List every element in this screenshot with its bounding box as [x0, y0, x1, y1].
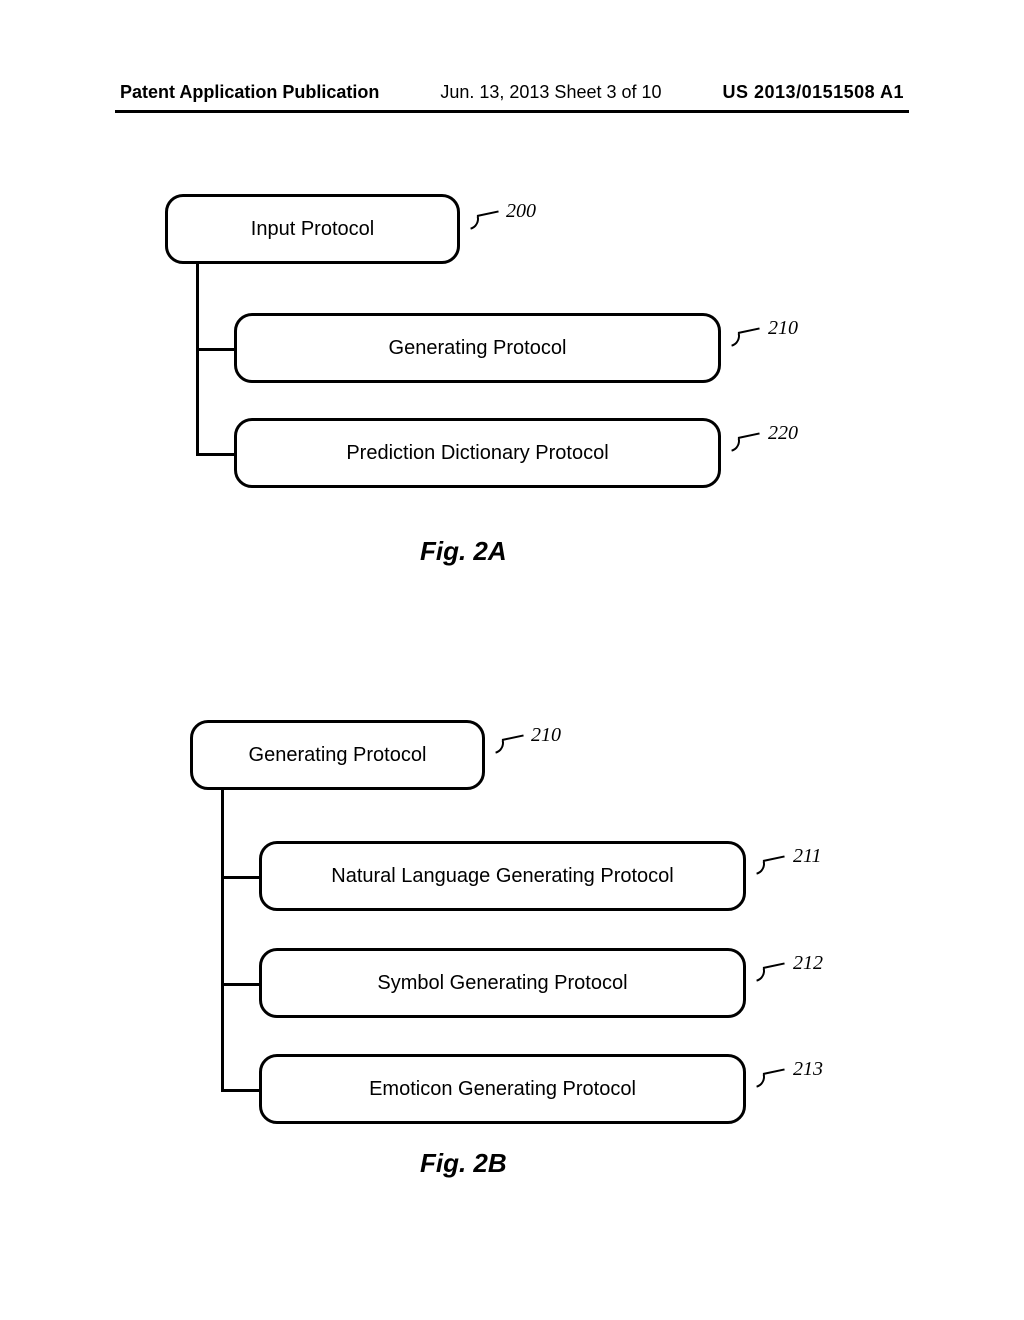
ref-210a: 210: [768, 317, 798, 340]
ref-213: 213: [793, 1058, 823, 1081]
leader-line: [763, 962, 785, 969]
connector-vertical: [221, 790, 224, 1092]
box-input-protocol-label: Input Protocol: [251, 218, 374, 241]
leader-line: [477, 210, 499, 217]
page-header: Patent Application Publication Jun. 13, …: [0, 82, 1024, 103]
fig-2b-caption: Fig. 2B: [420, 1148, 507, 1179]
leader-line: [763, 1068, 785, 1075]
leader-line: [738, 432, 760, 439]
header-mid: Jun. 13, 2013 Sheet 3 of 10: [440, 82, 661, 103]
box-generating-protocol-b-label: Generating Protocol: [249, 744, 427, 767]
box-prediction-dictionary: Prediction Dictionary Protocol: [234, 418, 721, 488]
box-prediction-dictionary-label: Prediction Dictionary Protocol: [346, 442, 608, 465]
box-emoticon-generating: Emoticon Generating Protocol: [259, 1054, 746, 1124]
box-symbol-generating: Symbol Generating Protocol: [259, 948, 746, 1018]
ref-210b: 210: [531, 724, 561, 747]
connector-horizontal: [221, 1089, 259, 1092]
connector-vertical: [196, 264, 199, 456]
header-left: Patent Application Publication: [120, 82, 379, 103]
box-input-protocol: Input Protocol: [165, 194, 460, 264]
connector-horizontal: [196, 453, 234, 456]
fig-2a-caption: Fig. 2A: [420, 536, 507, 567]
box-emoticon-generating-label: Emoticon Generating Protocol: [369, 1078, 636, 1101]
connector-horizontal: [196, 348, 234, 351]
box-generating-protocol-a: Generating Protocol: [234, 313, 721, 383]
ref-220: 220: [768, 422, 798, 445]
header-rule: [115, 110, 909, 113]
header-right: US 2013/0151508 A1: [723, 82, 904, 103]
ref-211: 211: [793, 845, 822, 868]
ref-200: 200: [506, 200, 536, 223]
box-generating-protocol-b: Generating Protocol: [190, 720, 485, 790]
leader-line: [763, 855, 785, 862]
box-natural-language: Natural Language Generating Protocol: [259, 841, 746, 911]
box-symbol-generating-label: Symbol Generating Protocol: [377, 972, 627, 995]
leader-line: [502, 734, 524, 741]
box-natural-language-label: Natural Language Generating Protocol: [331, 865, 673, 888]
box-generating-protocol-a-label: Generating Protocol: [389, 337, 567, 360]
ref-212: 212: [793, 952, 823, 975]
connector-horizontal: [221, 876, 259, 879]
connector-horizontal: [221, 983, 259, 986]
leader-line: [738, 327, 760, 334]
